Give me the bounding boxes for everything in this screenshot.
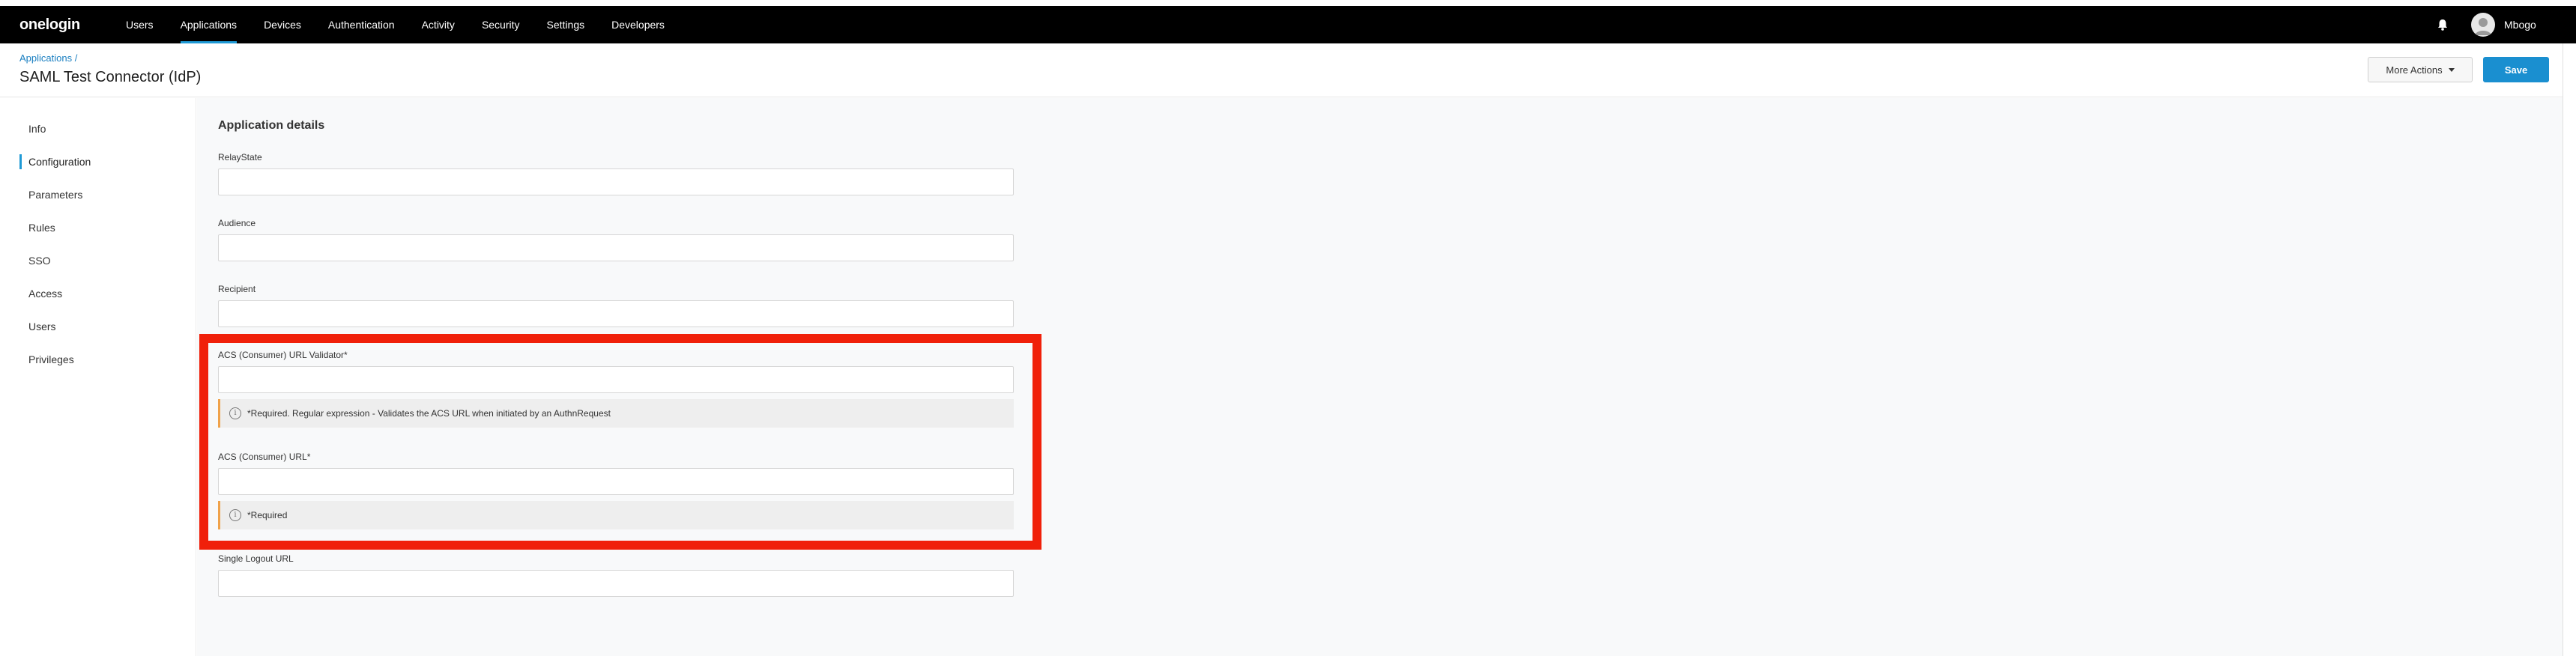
nav-security[interactable]: Security [468, 6, 533, 43]
user-name[interactable]: Mbogo [2504, 6, 2536, 43]
breadcrumb-separator: / [74, 52, 78, 64]
audience-input[interactable] [218, 234, 1014, 261]
nav-users[interactable]: Users [112, 6, 167, 43]
onelogin-logo[interactable]: onelogin [19, 6, 80, 43]
sidebar-item-parameters[interactable]: Parameters [19, 184, 196, 205]
nav-authentication[interactable]: Authentication [315, 6, 408, 43]
sidebar-item-users[interactable]: Users [19, 316, 196, 337]
breadcrumb-applications-link[interactable]: Applications [19, 52, 72, 64]
sidebar-item-configuration[interactable]: Configuration [19, 151, 196, 172]
user-avatar[interactable] [2471, 13, 2495, 37]
sidebar-item-info[interactable]: Info [19, 118, 196, 139]
nav-developers[interactable]: Developers [598, 6, 678, 43]
relaystate-label: RelayState [218, 152, 262, 163]
top-nav-bar: onelogin Users Applications Devices Auth… [0, 6, 2576, 43]
app-sidebar: Info Configuration Parameters Rules SSO … [0, 98, 196, 656]
caret-down-icon [2448, 67, 2455, 72]
recipient-input[interactable] [218, 300, 1014, 327]
main-nav: Users Applications Devices Authenticatio… [112, 6, 678, 43]
right-edge-strip [2563, 43, 2576, 656]
bell-icon[interactable] [2435, 17, 2450, 32]
recipient-label: Recipient [218, 284, 256, 294]
save-button[interactable]: Save [2483, 57, 2549, 82]
page-header: Applications / SAML Test Connector (IdP)… [0, 43, 2576, 97]
nav-settings[interactable]: Settings [533, 6, 599, 43]
more-actions-button[interactable]: More Actions [2368, 57, 2473, 82]
sidebar-item-rules[interactable]: Rules [19, 217, 196, 238]
audience-label: Audience [218, 218, 256, 228]
single-logout-url-input[interactable] [218, 570, 1014, 597]
more-actions-label: More Actions [2386, 64, 2443, 76]
section-title: Application details [218, 119, 325, 132]
sidebar-item-access[interactable]: Access [19, 283, 196, 304]
page-title: SAML Test Connector (IdP) [19, 69, 202, 85]
sidebar-item-privileges[interactable]: Privileges [19, 349, 196, 370]
sidebar-item-sso[interactable]: SSO [19, 250, 196, 271]
avatar-person-icon [2475, 18, 2491, 35]
nav-activity[interactable]: Activity [408, 6, 468, 43]
nav-applications[interactable]: Applications [167, 6, 251, 43]
single-logout-url-label: Single Logout URL [218, 553, 294, 564]
breadcrumb: Applications / [19, 52, 77, 64]
highlight-annotation-box [199, 334, 1041, 550]
relaystate-input[interactable] [218, 168, 1014, 195]
nav-devices[interactable]: Devices [250, 6, 315, 43]
